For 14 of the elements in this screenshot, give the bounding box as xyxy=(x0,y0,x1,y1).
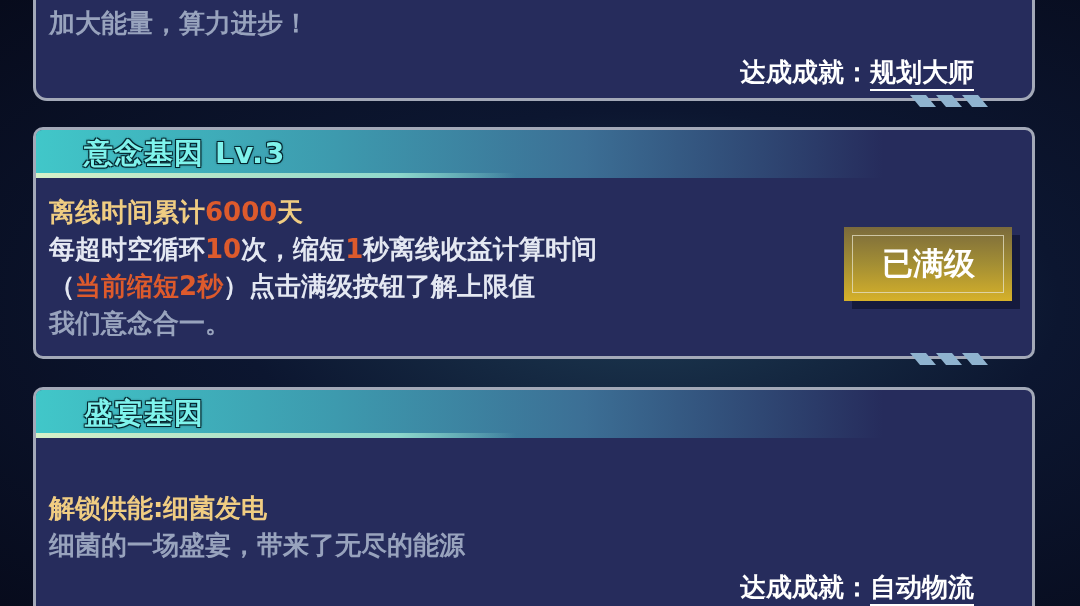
achievement-label: 达成成就： xyxy=(740,56,870,89)
achievement-label: 达成成就： xyxy=(740,571,870,604)
description-line: 细菌的一场盛宴，带来了无尽的能源 xyxy=(49,529,465,562)
description-line: 离线时间累计6000天 xyxy=(49,196,305,230)
card-title: 意念基因 Lv.3 xyxy=(84,135,286,173)
description-line: （当前缩短2秒）点击满级按钮了解上限值 xyxy=(49,270,537,304)
achievement-name: 自动物流 xyxy=(870,570,974,606)
card-title: 盛宴基因 xyxy=(84,395,204,432)
description-line: 加大能量，算力进步！ xyxy=(49,7,309,40)
description-line: 解锁供能:细菌发电 xyxy=(49,492,269,525)
achievement-name: 规划大师 xyxy=(870,55,974,91)
max-level-button[interactable]: 已满级 xyxy=(844,227,1012,302)
description-line: 我们意念合一。 xyxy=(49,307,232,341)
description-line: 每超时空循环10次，缩短1秒离线收益计算时间 xyxy=(49,233,598,267)
